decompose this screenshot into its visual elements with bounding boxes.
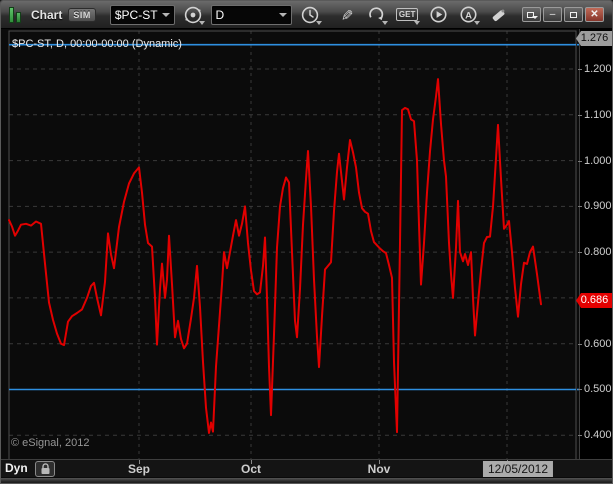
time-axis-label: Oct bbox=[240, 462, 262, 476]
time-axis-label: Sep bbox=[127, 462, 151, 476]
price-axis-label: 1.200 bbox=[578, 63, 612, 75]
window-resize-strip[interactable] bbox=[1, 477, 612, 483]
chart-series-label: $PC-ST, D, 00:00-00:00 (Dynamic) bbox=[12, 38, 182, 50]
interval-value: D bbox=[215, 7, 225, 22]
chart-window: Chart SIM $PC-ST D ✎ GET A – ✕ $PC-ST, D… bbox=[0, 0, 613, 484]
price-axis-label: 0.800 bbox=[578, 246, 612, 259]
eraser-icon bbox=[492, 9, 505, 21]
price-chart-plot[interactable] bbox=[1, 29, 613, 461]
chevron-down-icon bbox=[198, 20, 205, 25]
price-line-series bbox=[8, 78, 542, 434]
pencil-icon: ✎ bbox=[337, 8, 355, 21]
eraser-tool-button[interactable] bbox=[486, 4, 510, 26]
chevron-down-icon bbox=[414, 20, 420, 25]
price-axis-label: 0.500 bbox=[578, 383, 612, 396]
minimize-icon: – bbox=[549, 8, 556, 20]
chevron-down-icon[interactable] bbox=[279, 12, 288, 17]
time-axis-label: Nov bbox=[367, 462, 391, 476]
chevron-down-icon bbox=[316, 20, 323, 25]
last-price-badge: 0.686 bbox=[576, 293, 612, 308]
time-axis[interactable]: Dyn Sep Oct Nov 12/05/2012 bbox=[1, 459, 612, 477]
play-circle-icon bbox=[429, 6, 447, 23]
price-axis-label: 0.900 bbox=[578, 200, 612, 213]
trend-tool-button[interactable] bbox=[364, 4, 389, 26]
sim-mode-badge: SIM bbox=[68, 7, 96, 22]
auto-trendline-button[interactable]: A bbox=[456, 4, 480, 26]
padlock-icon bbox=[41, 463, 49, 474]
last-date-badge: 12/05/2012 bbox=[482, 461, 554, 477]
symbol-settings-button[interactable] bbox=[181, 4, 205, 26]
replay-button[interactable] bbox=[426, 4, 450, 26]
price-axis-label: 0.400 bbox=[578, 429, 612, 442]
symbol-combobox[interactable]: $PC-ST bbox=[109, 4, 175, 25]
close-icon: ✕ bbox=[590, 8, 599, 20]
chevron-down-icon bbox=[382, 20, 389, 25]
chevron-down-icon[interactable] bbox=[161, 12, 170, 17]
close-button[interactable]: ✕ bbox=[585, 7, 604, 22]
window-title: Chart bbox=[31, 7, 63, 22]
get-data-button[interactable]: GET bbox=[394, 4, 420, 26]
time-template-button[interactable] bbox=[298, 4, 323, 26]
upper-line-value-badge: 1.276 bbox=[576, 31, 612, 46]
draw-tool-button[interactable]: ✎ bbox=[334, 4, 358, 26]
interval-combobox[interactable]: D bbox=[210, 4, 293, 25]
popout-window-button[interactable] bbox=[522, 7, 541, 22]
candlestick-chart-icon bbox=[9, 6, 21, 23]
maximize-button[interactable] bbox=[564, 7, 583, 22]
price-axis-label: 1.100 bbox=[578, 108, 612, 121]
chevron-down-icon bbox=[532, 16, 538, 19]
minimize-button[interactable]: – bbox=[543, 7, 562, 22]
price-axis[interactable]: 1.2001.1001.0000.9000.8000.7000.6000.500… bbox=[576, 29, 612, 459]
window-controls: – ✕ bbox=[522, 7, 604, 22]
svg-text:A: A bbox=[465, 10, 472, 21]
dynamic-mode-label: Dyn bbox=[5, 461, 28, 475]
maximize-icon bbox=[570, 11, 577, 18]
lock-scale-button[interactable] bbox=[35, 461, 55, 477]
esignal-watermark: © eSignal, 2012 bbox=[11, 437, 90, 449]
price-axis-label: 1.000 bbox=[578, 154, 612, 167]
chart-region: $PC-ST, D, 00:00-00:00 (Dynamic) © eSign… bbox=[1, 29, 613, 461]
symbol-value: $PC-ST bbox=[114, 7, 158, 22]
get-icon: GET bbox=[395, 8, 419, 21]
titlebar[interactable]: Chart SIM $PC-ST D ✎ GET A – ✕ bbox=[1, 1, 612, 29]
price-axis-label: 0.600 bbox=[578, 337, 612, 350]
chevron-down-icon bbox=[474, 20, 480, 25]
